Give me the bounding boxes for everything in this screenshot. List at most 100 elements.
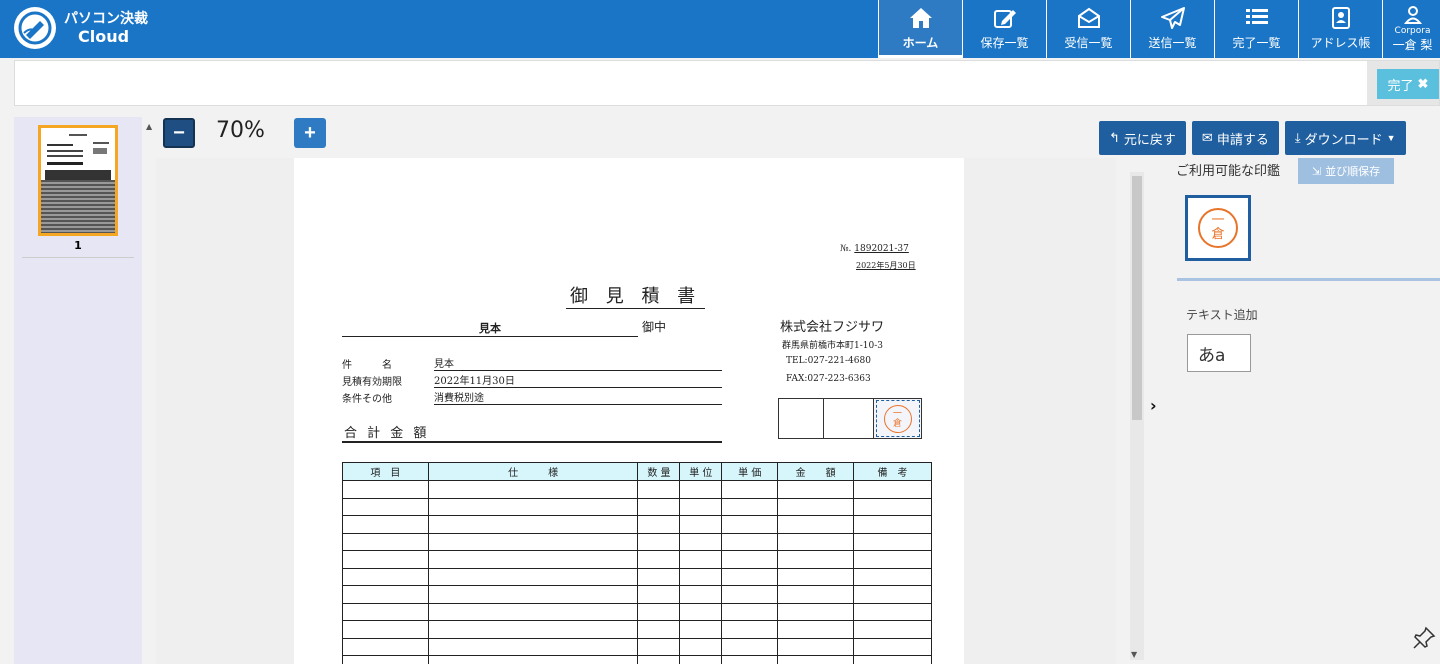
placed-stamp-frame[interactable]: 一 倉 [875,400,920,437]
table-cell [777,515,855,534]
table-cell [853,655,932,664]
table-cell [777,532,855,551]
estimate-table-body [342,480,932,664]
table-cell [853,602,932,621]
order-save-button[interactable]: ⇲ 並び順保存 [1298,158,1394,184]
table-cell [721,585,779,604]
table-row [342,497,932,516]
approval-boxes: 一 倉 [778,398,922,439]
table-cell [721,602,779,621]
undo-button[interactable]: ↰ 元に戻す [1099,121,1186,155]
panel-toggle-chevron-icon[interactable]: › [1150,396,1157,415]
approval-box[interactable] [778,398,824,439]
table-cell [427,480,639,499]
table-cell [679,620,723,639]
approval-box[interactable] [824,398,874,439]
subbar-actions: 完了 ✖ [1367,61,1439,105]
nav-completed[interactable]: 完了一覧 [1214,0,1298,58]
text-add-button[interactable]: あa [1187,334,1251,372]
table-cell [679,480,723,499]
stamp-option[interactable]: 一 倉 [1185,195,1251,261]
placed-stamp-bottom: 倉 [892,418,902,429]
page-thumbnail[interactable] [38,125,118,236]
doc-number: №. 1892021-37 [840,244,909,254]
table-cell [427,567,639,586]
table-cell [679,567,723,586]
table-cell [777,602,855,621]
stamp-seal-bottom: 倉 [1211,227,1225,242]
table-cell [853,567,932,586]
estimate-table-header: 項 目 仕 様 数 量 単 位 単 価 金 額 備 考 [342,462,932,481]
nav-received[interactable]: 受信一覧 [1046,0,1130,58]
table-cell [427,585,639,604]
table-cell [721,550,779,569]
doc-fax: FAX:027-223-6363 [786,374,871,384]
nav-address-book[interactable]: アドレス帳 [1298,0,1382,58]
table-cell [427,602,639,621]
approval-box-stamped[interactable]: 一 倉 [874,398,922,439]
stamp-seal: 一 倉 [1198,208,1238,248]
address-book-icon [1331,7,1350,29]
done-button[interactable]: 完了 ✖ [1377,69,1439,99]
home-icon [909,8,932,28]
table-cell [721,620,779,639]
table-cell [427,637,639,656]
table-cell [637,637,681,656]
pin-icon[interactable] [1412,626,1436,654]
table-cell [777,497,855,516]
doc-title: 御 見 積 書 [566,282,706,309]
table-cell [853,550,932,569]
thumbnail-page-number: 1 [74,239,82,252]
table-cell [679,532,723,551]
done-label: 完了 [1387,77,1414,93]
table-header-cell: 仕 様 [427,462,639,481]
document-scrollbar[interactable] [1130,172,1144,660]
doc-no-value: 1892021-37 [854,244,909,254]
nav-completed-label: 完了一覧 [1232,36,1281,50]
user-menu[interactable]: Corpora 一倉 梨 [1382,0,1440,58]
table-row [342,655,932,664]
save-sort-icon: ⇲ [1311,165,1322,178]
apply-button[interactable]: ✉ 申請する [1191,121,1279,155]
doc-field-value: 見本 [434,355,722,371]
document-page[interactable]: №. 1892021-37 2022年5月30日 御 見 積 書 見本 御中 株… [294,158,964,664]
thumbnail-table [41,180,115,233]
document-scrollbar-thumb[interactable] [1132,176,1142,420]
table-cell [342,637,429,656]
document-scroll-down[interactable]: ▼ [1131,650,1137,659]
placed-stamp-top: 一 [892,408,902,419]
doc-no-label: №. [840,244,852,254]
table-cell [777,585,855,604]
table-header-cell: 備 考 [853,462,932,481]
thumbnail-divider [22,257,134,258]
apply-label: 申請する [1216,131,1269,147]
table-cell [637,480,681,499]
doc-date: 2022年5月30日 [856,261,916,270]
doc-field-value: 2022年11月30日 [434,372,722,388]
table-cell [777,567,855,586]
table-cell [637,655,681,664]
text-add-label: テキスト追加 [1186,308,1258,322]
doc-field-row: 条件その他 消費税別途 [342,388,722,405]
nav-sent[interactable]: 送信一覧 [1130,0,1214,58]
app-logo[interactable]: パソコン決裁 Cloud [14,7,148,49]
zoom-in-button[interactable]: + [294,118,326,148]
logo-line2: Cloud [78,27,130,46]
table-row [342,585,932,604]
zoom-out-button[interactable]: − [163,118,195,148]
table-header-cell: 金 額 [777,462,855,481]
nav-home[interactable]: ホーム [878,0,962,58]
nav-saved[interactable]: 保存一覧 [962,0,1046,58]
nav-received-label: 受信一覧 [1064,36,1113,50]
table-cell [721,497,779,516]
doc-field-value: 消費税別途 [434,389,722,405]
estimate-table: 項 目 仕 様 数 量 単 位 単 価 金 額 備 考 [342,462,932,664]
download-button[interactable]: ⤓ ダウンロード ▼ [1284,121,1406,155]
top-header: パソコン決裁 Cloud ホーム 保存一覧 受信一覧 送信一覧 完了一覧 アドレ… [0,0,1440,58]
table-cell [427,620,639,639]
thumbnails-scroll-up[interactable]: ▲ [146,122,152,131]
table-cell [777,550,855,569]
doc-field-row: 件 名 見本 [342,354,722,371]
table-cell [679,497,723,516]
doc-field-label: 条件その他 [342,394,392,405]
